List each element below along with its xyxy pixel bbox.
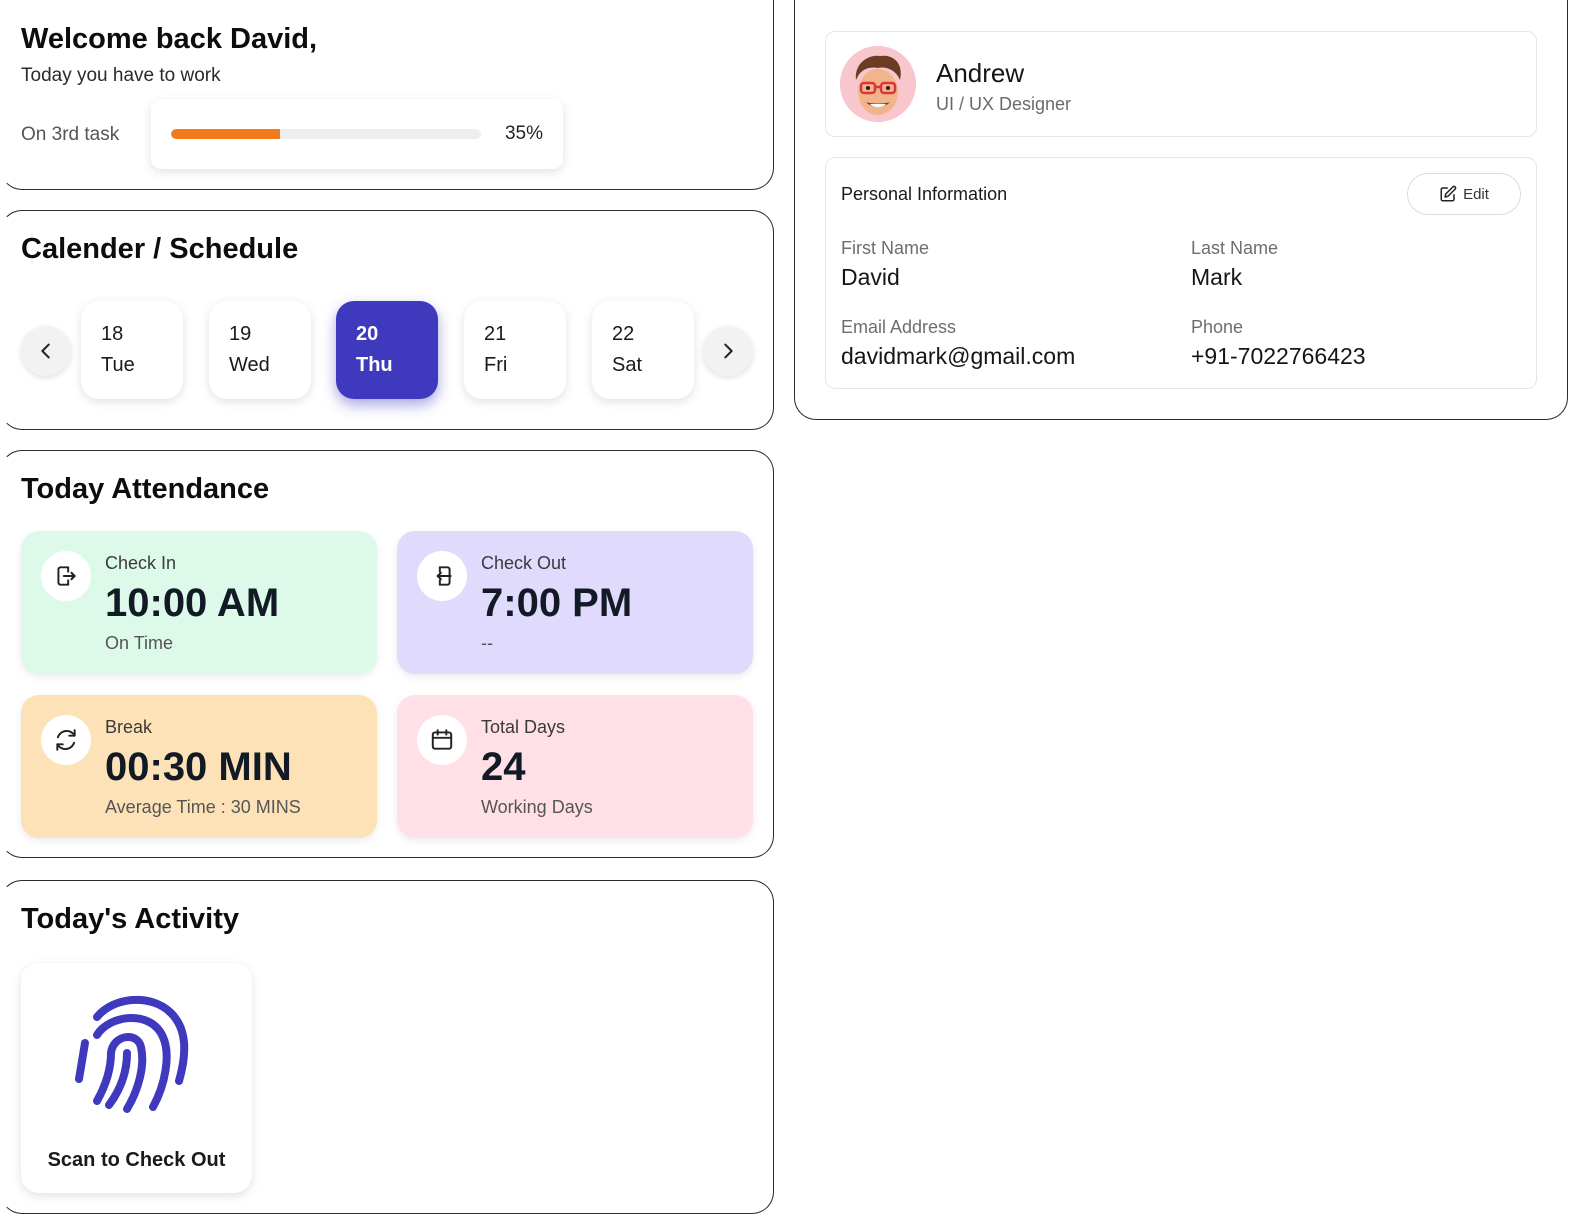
- email-label: Email Address: [841, 317, 957, 337]
- memoji-avatar: [840, 46, 916, 122]
- first-name-label: First Name: [841, 238, 930, 258]
- check-in-card: Check In 10:00 AM On Time: [21, 531, 377, 674]
- email-value: davidmark@gmail.com: [841, 343, 1076, 369]
- day-number: 18: [101, 323, 124, 345]
- break-duration: 00:30 MIN: [105, 745, 292, 789]
- day-weekday: Wed: [229, 354, 270, 376]
- break-average: Average Time : 30 MINS: [105, 797, 301, 817]
- calendar-day-18[interactable]: 18 Tue: [81, 301, 183, 399]
- phone-value: +91-7022766423: [1191, 343, 1366, 369]
- attendance-card: Today Attendance Check In 10:00 AM On Ti…: [0, 450, 774, 858]
- day-number: 20: [356, 323, 379, 345]
- day-number: 21: [484, 323, 507, 345]
- check-out-label: Check Out: [481, 553, 567, 573]
- profile-role: UI / UX Designer: [936, 94, 1072, 114]
- calendar-prev-button[interactable]: [21, 326, 71, 376]
- day-weekday: Thu: [356, 354, 393, 376]
- calendar-day-19[interactable]: 19 Wed: [209, 301, 311, 399]
- personal-information-card: Personal Information Edit First Name Dav…: [825, 157, 1537, 389]
- day-number: 19: [229, 323, 252, 345]
- calendar-day-20-selected[interactable]: 20 Thu: [336, 301, 438, 399]
- last-name-label: Last Name: [1191, 238, 1279, 258]
- profile-panel: Andrew UI / UX Designer Personal Informa…: [794, 0, 1568, 420]
- welcome-subtitle: Today you have to work: [21, 65, 221, 86]
- calendar-day-22[interactable]: 22 Sat: [592, 301, 694, 399]
- profile-header: Andrew UI / UX Designer: [825, 31, 1537, 137]
- login-icon: [41, 551, 91, 601]
- task-label: On 3rd task: [21, 124, 120, 145]
- day-weekday: Fri: [484, 354, 508, 376]
- check-in-time: 10:00 AM: [105, 581, 280, 625]
- total-days-card: Total Days 24 Working Days: [397, 695, 753, 838]
- personal-information-title: Personal Information: [841, 184, 1008, 204]
- activity-card: Today's Activity Scan to Check Out: [0, 880, 774, 1214]
- progress-percent: 35%: [504, 123, 543, 144]
- refresh-icon: [41, 715, 91, 765]
- calendar-day-21[interactable]: 21 Fri: [464, 301, 566, 399]
- activity-title: Today's Activity: [21, 903, 240, 935]
- check-in-label: Check In: [105, 553, 177, 573]
- check-in-status: On Time: [105, 633, 174, 653]
- calendar-icon: [417, 715, 467, 765]
- total-days-value: 24: [481, 745, 526, 789]
- check-out-time: 7:00 PM: [481, 581, 633, 625]
- progress-track: [171, 129, 481, 139]
- day-number: 22: [612, 323, 635, 345]
- fingerprint-icon: [75, 996, 189, 1113]
- welcome-card: Welcome back David, Today you have to wo…: [0, 0, 774, 190]
- check-out-status: --: [481, 633, 493, 653]
- calendar-title: Calender / Schedule: [21, 233, 299, 265]
- task-progress: 35%: [151, 99, 563, 169]
- chevron-right-icon: [724, 343, 733, 359]
- total-days-caption: Working Days: [481, 797, 593, 817]
- edit-label: Edit: [1463, 185, 1489, 203]
- attendance-title: Today Attendance: [21, 473, 270, 505]
- phone-label: Phone: [1191, 317, 1244, 337]
- edit-button[interactable]: Edit: [1407, 173, 1521, 215]
- profile-name: Andrew: [936, 58, 1025, 88]
- break-label: Break: [105, 717, 153, 737]
- edit-icon: [1440, 185, 1457, 202]
- welcome-title: Welcome back David,: [21, 23, 318, 55]
- day-weekday: Tue: [101, 354, 135, 376]
- scan-label: Scan to Check Out: [47, 1149, 226, 1171]
- day-weekday: Sat: [612, 354, 643, 376]
- logout-icon: [417, 551, 467, 601]
- chevron-left-icon: [41, 343, 50, 359]
- progress-fill: [171, 129, 280, 139]
- first-name-value: David: [841, 264, 900, 290]
- total-days-label: Total Days: [481, 717, 566, 737]
- calendar-card: Calender / Schedule 18 Tue 19 Wed 20 Thu…: [0, 210, 774, 430]
- break-card: Break 00:30 MIN Average Time : 30 MINS: [21, 695, 377, 838]
- scan-check-out-button[interactable]: Scan to Check Out: [21, 963, 252, 1193]
- calendar-next-button[interactable]: [703, 326, 753, 376]
- check-out-card: Check Out 7:00 PM --: [397, 531, 753, 674]
- last-name-value: Mark: [1191, 264, 1243, 290]
